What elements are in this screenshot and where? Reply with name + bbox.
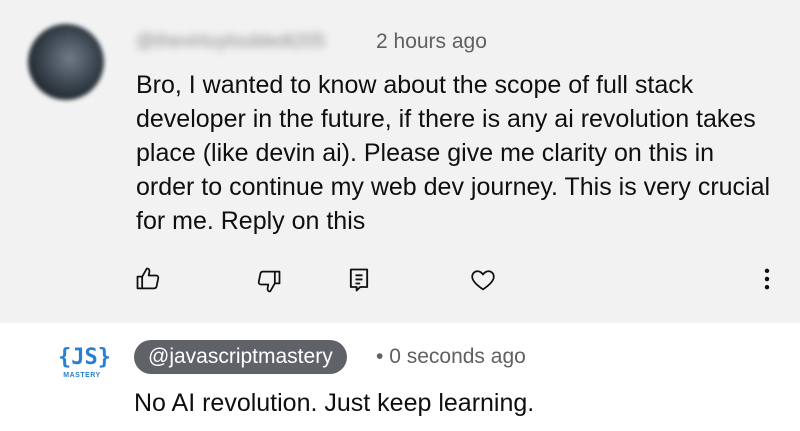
- channel-logo[interactable]: {JS} MASTERY: [58, 345, 111, 383]
- more-vert-icon[interactable]: [750, 262, 784, 296]
- commenter-avatar[interactable]: [28, 24, 104, 100]
- reply-timestamp: • 0 seconds ago: [376, 344, 526, 370]
- thumbs-up-icon[interactable]: [131, 262, 165, 296]
- reply-icon[interactable]: [342, 263, 376, 297]
- channel-handle-badge[interactable]: @javascriptmastery: [134, 340, 347, 374]
- logo-subtext: MASTERY: [63, 372, 101, 379]
- reply-timestamp-text: 0 seconds ago: [389, 345, 526, 368]
- thumbs-down-icon[interactable]: [252, 264, 286, 298]
- commenter-username[interactable]: @thevirtuyloubledt205: [136, 30, 366, 54]
- comment-timestamp: 2 hours ago: [376, 30, 487, 53]
- comment-text: Bro, I wanted to know about the scope of…: [136, 71, 771, 235]
- comment-card: @thevirtuyloubledt205 2 hours ago Bro, I…: [0, 0, 800, 323]
- reply-card: {JS} MASTERY @javascriptmastery • 0 seco…: [0, 323, 800, 431]
- reply-text: No AI revolution. Just keep learning.: [134, 389, 535, 417]
- separator-dot: •: [376, 345, 384, 368]
- heart-icon[interactable]: [466, 263, 500, 297]
- logo-mark: {JS}: [58, 345, 111, 370]
